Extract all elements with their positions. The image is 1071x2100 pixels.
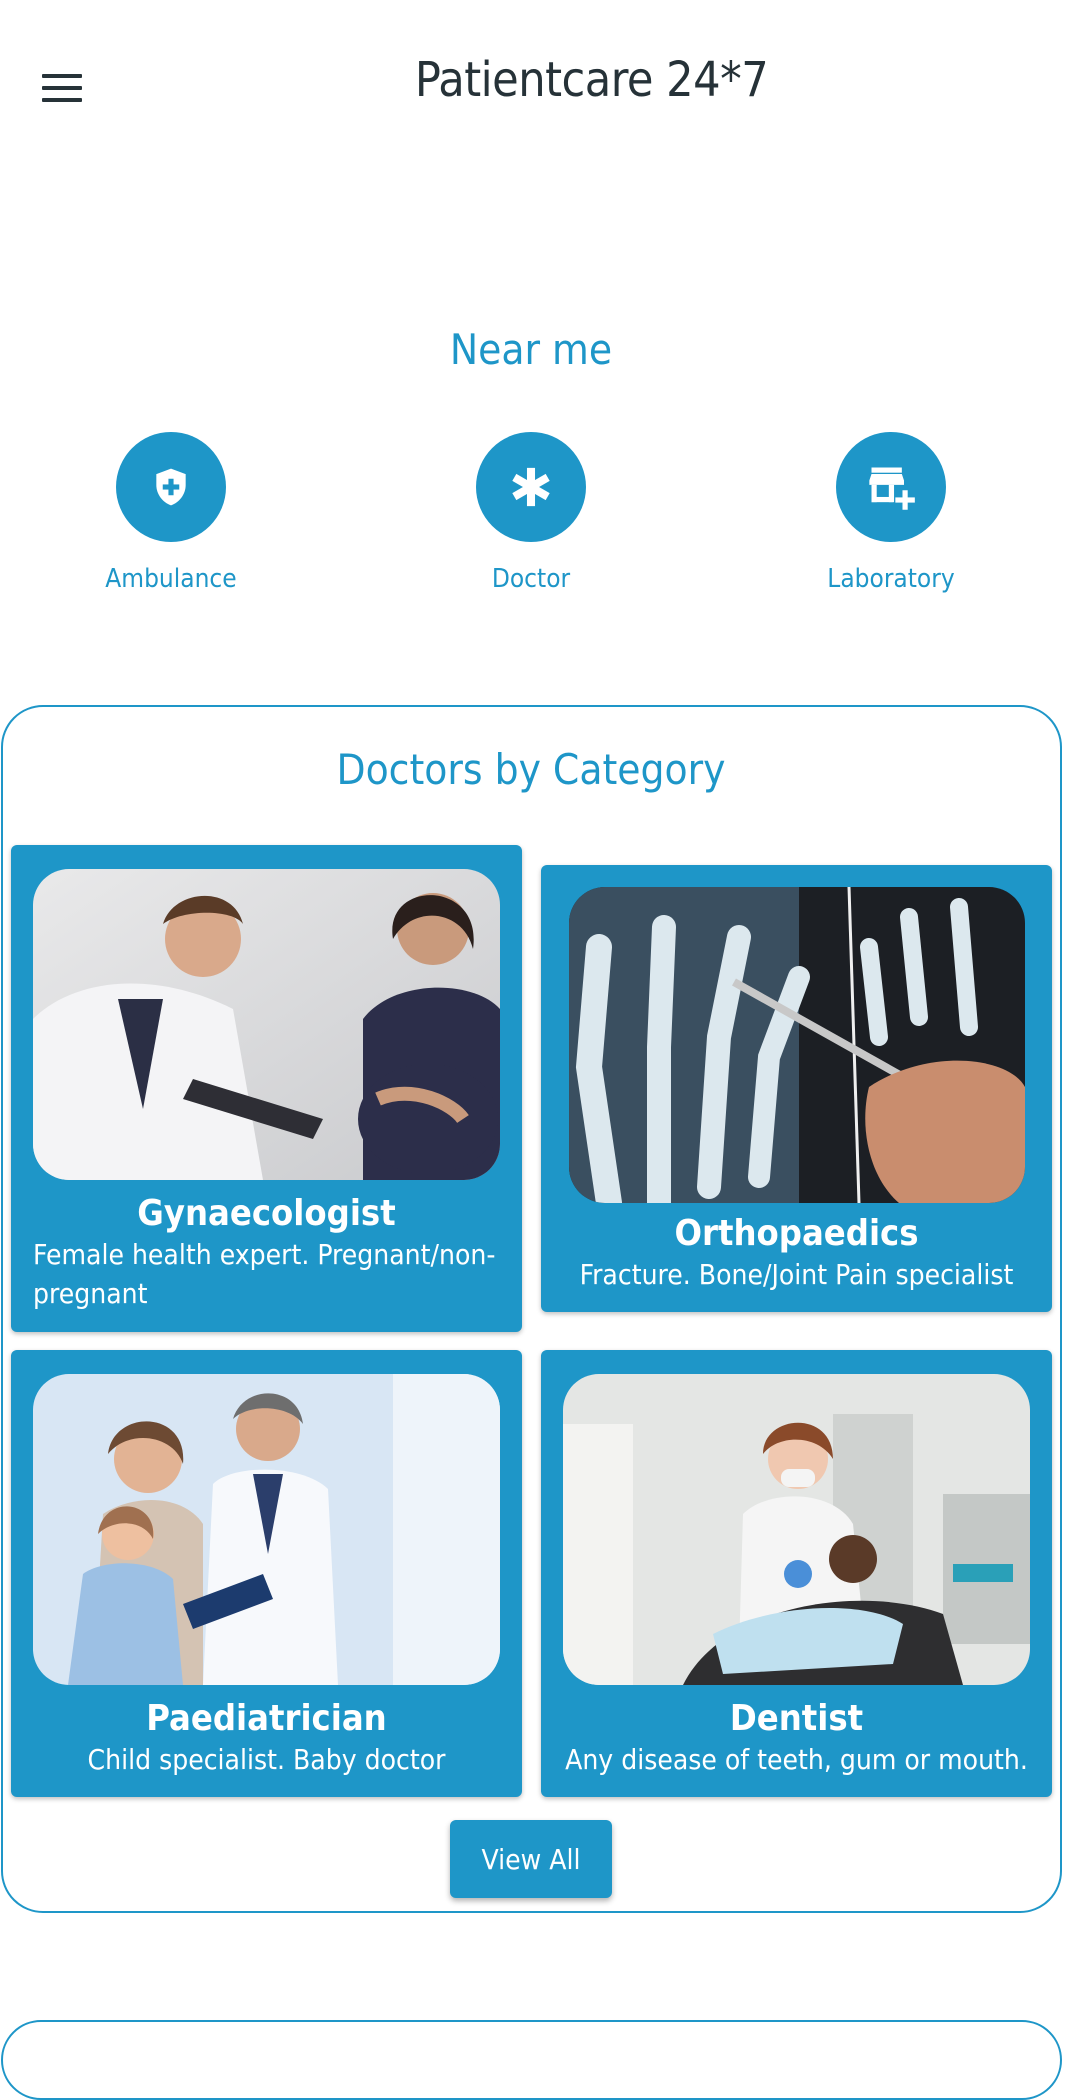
- view-all-button[interactable]: View All: [450, 1820, 612, 1898]
- dentist-name: Dentist: [729, 1698, 864, 1739]
- category-card-gynaecologist[interactable]: Gynaecologist Female health expert. Preg…: [11, 845, 522, 1332]
- orthopaedics-image: [569, 887, 1025, 1203]
- shield-plus-icon: [116, 432, 226, 542]
- category-card-paediatrician[interactable]: Paediatrician Child specialist. Baby doc…: [11, 1350, 522, 1797]
- app-title: Patientcare 24*7: [414, 52, 769, 108]
- gynaecologist-image: [33, 869, 500, 1180]
- paediatrician-name: Paediatrician: [146, 1698, 387, 1739]
- near-me-laboratory[interactable]: Laboratory: [791, 432, 991, 594]
- doctor-label: Doctor: [491, 564, 571, 594]
- paediatrician-description: Child specialist. Baby doctor: [87, 1743, 446, 1776]
- doctors-by-category-title: Doctors by Category: [336, 745, 726, 794]
- asterisk-icon: [476, 432, 586, 542]
- store-plus-icon: [836, 432, 946, 542]
- ambulance-label: Ambulance: [105, 564, 237, 594]
- orthopaedics-description: Fracture. Bone/Joint Pain specialist: [579, 1258, 1014, 1291]
- next-section-panel: [1, 2020, 1062, 2100]
- laboratory-label: Laboratory: [827, 564, 955, 594]
- dentist-image: [563, 1374, 1030, 1685]
- category-card-dentist[interactable]: Dentist Any disease of teeth, gum or mou…: [541, 1350, 1052, 1797]
- gynaecologist-name: Gynaecologist: [137, 1193, 396, 1234]
- near-me-title: Near me: [449, 325, 613, 374]
- app-header: Patientcare 24*7: [0, 0, 1071, 175]
- near-me-doctor[interactable]: Doctor: [431, 432, 631, 594]
- orthopaedics-name: Orthopaedics: [674, 1213, 919, 1254]
- category-card-orthopaedics[interactable]: Orthopaedics Fracture. Bone/Joint Pain s…: [541, 865, 1052, 1312]
- gynaecologist-description: Female health expert. Pregnant/non-pregn…: [33, 1238, 496, 1310]
- dentist-description: Any disease of teeth, gum or mouth.: [565, 1743, 1028, 1776]
- near-me-ambulance[interactable]: Ambulance: [71, 432, 271, 594]
- paediatrician-image: [33, 1374, 500, 1685]
